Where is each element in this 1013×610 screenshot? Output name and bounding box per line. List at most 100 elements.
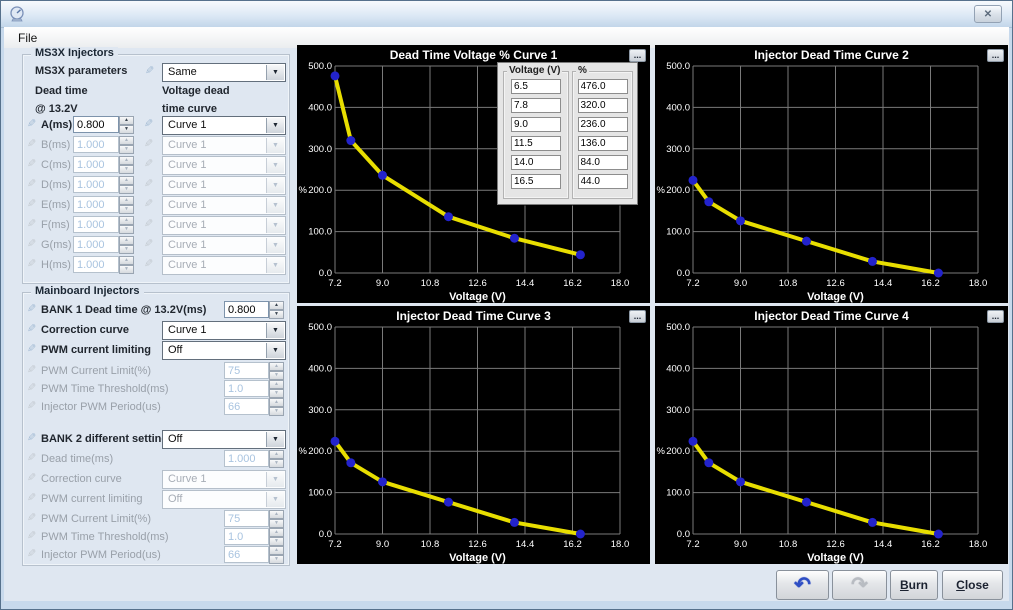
chart-options-button[interactable]: ... [629,310,646,323]
spinner-down-button: ▼ [269,519,284,528]
bank2-select-value: Off [168,433,182,445]
undo-button[interactable]: ↶ [776,570,829,600]
deadtime-curve-select-value: Curve 1 [168,219,207,231]
deadtime-value-spinner: ▲▼ [119,136,134,153]
bank2-setting-row: ✎PWM Current Limit(%)▲▼ [23,510,289,529]
chart-plot-area[interactable]: 7.29.010.812.614.416.218.00.0100.0200.0%… [655,45,1008,303]
svg-text:7.2: 7.2 [686,539,699,550]
bank2-rows-container: ✎BANK 2 different settingsOff▼✎Dead time… [23,293,289,565]
svg-text:Voltage (V): Voltage (V) [807,291,864,303]
voltage-cell-input[interactable] [511,98,561,113]
chart-plot-area[interactable]: 7.29.010.812.614.416.218.00.0100.0200.0%… [655,306,1008,564]
deadtime-value: ▲▼ [73,176,134,193]
svg-text:500.0: 500.0 [308,322,332,333]
percent-cell-input[interactable] [578,155,628,170]
chevron-down-icon: ▼ [266,492,284,507]
svg-text:0.0: 0.0 [677,529,690,540]
edit-pencil-icon: ✎ [144,117,153,130]
bank2-setting-row: ✎BANK 2 different settingsOff▼ [23,430,289,449]
svg-text:16.2: 16.2 [563,278,582,289]
deadtime-value-field[interactable] [73,116,119,133]
setting-label: Dead time(ms) [41,453,113,465]
deadtime-curve-select: Curve 1▼ [162,216,286,235]
burn-button-label: Burn [891,578,937,592]
bank2-select[interactable]: Off ▼ [162,430,286,449]
chevron-down-icon: ▼ [266,432,284,447]
bank2-select: Off▼ [162,490,286,509]
chart-options-button[interactable]: ... [987,310,1004,323]
spinner-up-button: ▲ [119,196,134,205]
ms3x-deadtime-row: ✎D(ms)▲▼✎Curve 1▼ [23,176,289,195]
bank2-setting-row: ✎Correction curveCurve 1▼ [23,470,289,489]
spinner-down-button: ▼ [269,555,284,564]
svg-text:14.4: 14.4 [516,278,535,289]
setting-label: Correction curve [41,473,122,485]
svg-text:300.0: 300.0 [308,144,332,155]
deadtime-curve-select: Curve 1▼ [162,156,286,175]
svg-text:10.8: 10.8 [779,539,798,550]
mainboard-injectors-group: Mainboard Injectors ✎BANK 1 Dead time @ … [22,292,290,566]
svg-text:%: % [657,185,666,196]
setting-label: Injector PWM Period(us) [41,549,161,561]
injector-settings-window: ✕ File MS3X Injectors MS3X parameters ✎ … [0,0,1013,610]
percent-cell-input[interactable] [578,98,628,113]
voltage-cell-input[interactable] [511,117,561,132]
edit-pencil-icon: ✎ [144,217,153,230]
ms3x-deadtime-row: ✎E(ms)▲▼✎Curve 1▼ [23,196,289,215]
setting-label: PWM Time Threshold(ms) [41,531,169,543]
svg-text:200.0: 200.0 [308,446,332,457]
menu-item-file[interactable]: File [13,30,42,46]
percent-cell-input[interactable] [578,136,628,151]
voltage-cell-input[interactable] [511,155,561,170]
spinner-up-button[interactable]: ▲ [119,116,134,125]
spinner-down-button: ▼ [269,459,284,468]
svg-text:500.0: 500.0 [666,61,690,72]
ms3x-deadtime-row: ✎C(ms)▲▼✎Curve 1▼ [23,156,289,175]
deadtime-value-spinner: ▲▼ [119,176,134,193]
title-bar[interactable]: ✕ [1,1,1012,28]
deadtime-row-label: B(ms) [41,139,70,151]
edit-pencil-icon: ✎ [27,157,36,170]
spinner-down-button: ▼ [119,245,134,254]
voltage-cell-input[interactable] [511,174,561,189]
edit-pencil-icon: ✎ [27,431,36,444]
deadtime-value-spinner: ▲▼ [119,116,134,133]
svg-text:200.0: 200.0 [666,446,690,457]
voltage-column-header: Voltage (V) [507,65,562,76]
chart-panel: 7.29.010.812.614.416.218.00.0100.0200.0%… [297,45,650,303]
deadtime-curve-select: Curve 1▼ [162,176,286,195]
svg-text:400.0: 400.0 [308,102,332,113]
chart-options-button[interactable]: ... [987,49,1004,62]
burn-button[interactable]: Burn [890,570,938,600]
svg-text:500.0: 500.0 [308,61,332,72]
edit-pencil-icon: ✎ [144,197,153,210]
spinner-down-button: ▼ [119,265,134,274]
percent-cell-input[interactable] [578,79,628,94]
bank2-select-value: Curve 1 [168,473,207,485]
spinner-down-button: ▼ [119,205,134,214]
chart-title: Injector Dead Time Curve 2 [655,48,1008,62]
setting-label: PWM Current Limit(%) [41,513,151,525]
percent-cell-input[interactable] [578,174,628,189]
svg-text:100.0: 100.0 [666,227,690,238]
percent-cell-input[interactable] [578,117,628,132]
svg-text:18.0: 18.0 [611,278,630,289]
spinner-down-button[interactable]: ▼ [119,125,134,134]
voltage-cell-input[interactable] [511,136,561,151]
deadtime-curve-select[interactable]: Curve 1▼ [162,116,286,135]
deadtime-value-spinner: ▲▼ [119,196,134,213]
spinner-up-button: ▲ [119,236,134,245]
close-button[interactable]: Close [942,570,1003,600]
spinner-down-button: ▼ [119,185,134,194]
chevron-down-icon: ▼ [266,138,284,153]
voltage-cell-input[interactable] [511,79,561,94]
chart-plot-area[interactable]: 7.29.010.812.614.416.218.00.0100.0200.0%… [297,306,650,564]
svg-text:%: % [299,446,308,457]
svg-text:300.0: 300.0 [666,405,690,416]
chevron-down-icon: ▼ [266,118,284,133]
app-icon [8,5,26,23]
svg-text:0.0: 0.0 [319,529,332,540]
deadtime-value-spinner: ▲▼ [119,156,134,173]
chart-options-button[interactable]: ... [629,49,646,62]
window-close-button[interactable]: ✕ [974,5,1002,23]
